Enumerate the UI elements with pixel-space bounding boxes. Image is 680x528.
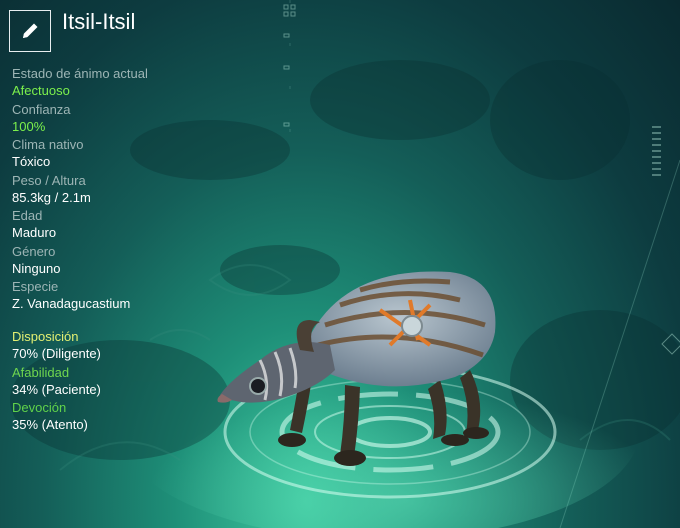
stat-climate: Clima nativo Tóxico: [12, 137, 252, 173]
trait-label: Devoción: [12, 400, 67, 415]
stat-age: Edad Maduro: [12, 208, 252, 244]
stat-mood: Estado de ánimo actual Afectuoso: [12, 66, 252, 102]
stat-gender: Género Ninguno: [12, 244, 252, 280]
trait-disposition: Disposición 70% (Diligente): [12, 329, 252, 365]
trait-label: Afabilidad: [12, 364, 70, 380]
stat-species: Especie Z. Vanadagucastium: [12, 279, 252, 315]
creature-name: Itsil-Itsil: [62, 9, 136, 34]
trait-value: 70% (Diligente): [12, 346, 101, 361]
stat-label: Confianza: [12, 101, 71, 117]
stat-label: Especie: [12, 279, 59, 294]
trait-affability: Afabilidad 34% (Paciente): [12, 365, 252, 401]
stat-value: Afectuoso: [12, 83, 70, 98]
stat-label: Clima nativo: [12, 137, 84, 152]
stat-value: Maduro: [12, 225, 57, 240]
creature-stats: Estado de ánimo actual Afectuoso Confian…: [12, 66, 252, 315]
edit-name-button[interactable]: [9, 10, 51, 52]
stat-label: Género: [12, 243, 56, 259]
stat-value: 100%: [12, 118, 46, 134]
trait-devotion: Devoción 35% (Atento): [12, 400, 252, 436]
stat-trust: Confianza 100%: [12, 102, 252, 138]
trait-value: 35% (Atento): [12, 417, 88, 432]
stat-weight-height: Peso / Altura 85.3kg / 2.1m: [12, 173, 252, 209]
stat-value: Z. Vanadagucastium: [12, 296, 131, 311]
stat-value: 85.3kg / 2.1m: [12, 189, 91, 205]
trait-label: Disposición: [12, 329, 79, 344]
stat-label: Edad: [12, 208, 43, 223]
stat-label: Estado de ánimo actual: [12, 66, 148, 81]
trait-value: 34% (Paciente): [12, 381, 101, 397]
stat-label: Peso / Altura: [12, 172, 86, 188]
stat-value: Ninguno: [12, 260, 61, 276]
stat-value: Tóxico: [12, 154, 51, 169]
creature-traits: Disposición 70% (Diligente) Afabilidad 3…: [12, 329, 252, 436]
pencil-icon: [23, 23, 38, 38]
